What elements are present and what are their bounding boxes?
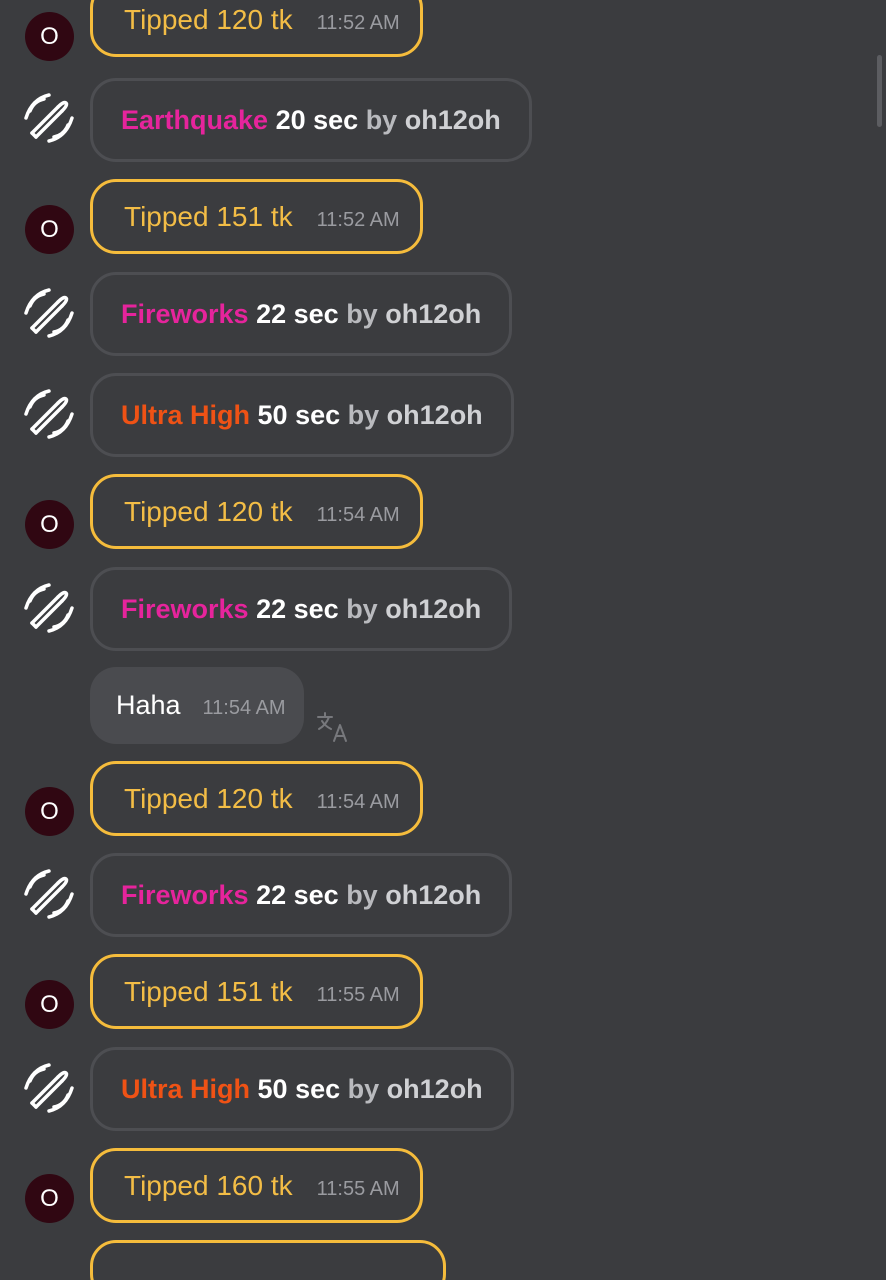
effect-message-bubble: Ultra High 50 sec by oh12oh <box>90 1047 514 1131</box>
avatar[interactable]: O <box>25 980 74 1029</box>
chat-log: O Tipped 120 tk 11:52 AM Earthquake 20 se… <box>0 0 886 1280</box>
by-label: by <box>347 1074 380 1104</box>
chat-row-effect: Ultra High 50 sec by oh12oh <box>0 373 860 457</box>
chat-row-tip: O Tipped 151 tk 11:52 AM <box>0 179 860 255</box>
tip-text: Tipped 160 tk <box>124 1170 293 1201</box>
text-message-bubble[interactable]: Haha 11:54 AM <box>90 667 304 744</box>
effect-name: Ultra High <box>121 400 251 430</box>
effect-message-bubble: Fireworks 22 sec by oh12oh <box>90 853 513 937</box>
by-label: by <box>347 400 380 430</box>
effect-duration: 22 sec <box>256 299 339 329</box>
message-time: 11:52 AM <box>316 209 400 231</box>
by-label: by <box>346 880 378 910</box>
effect-duration: 22 sec <box>256 594 339 624</box>
tip-message-bubble: Tipped 120 tk 11:54 AM <box>90 474 423 549</box>
chat-row-effect: Ultra High 50 sec by oh12oh <box>0 1047 860 1131</box>
message-time: 11:54 AM <box>316 504 400 526</box>
effect-name: Ultra High <box>121 1074 251 1104</box>
vibration-toy-icon <box>24 583 74 633</box>
tip-message-bubble <box>90 1240 446 1280</box>
effect-duration: 50 sec <box>257 400 341 430</box>
avatar[interactable]: O <box>25 12 74 61</box>
chat-row-effect: Fireworks 22 sec by oh12oh <box>0 853 860 937</box>
by-label: by <box>346 594 378 624</box>
effect-message-bubble: Earthquake 20 sec by oh12oh <box>90 78 532 162</box>
effect-message-bubble: Fireworks 22 sec by oh12oh <box>90 567 513 651</box>
username[interactable]: oh12oh <box>385 880 481 910</box>
message-time: 11:55 AM <box>316 1178 400 1200</box>
username[interactable]: oh12oh <box>387 1074 483 1104</box>
chat-row-effect: Earthquake 20 sec by oh12oh <box>0 78 860 162</box>
effect-name: Fireworks <box>121 880 249 910</box>
translate-icon[interactable] <box>316 711 350 743</box>
effect-duration: 20 sec <box>275 105 359 135</box>
vibration-toy-icon <box>24 93 74 143</box>
tip-text: Tipped 120 tk <box>124 496 293 527</box>
tip-text: Tipped 120 tk <box>124 4 293 35</box>
chat-row-tip-partial <box>0 1240 860 1280</box>
by-label: by <box>365 105 398 135</box>
by-label: by <box>346 299 378 329</box>
vibration-toy-icon <box>24 389 74 439</box>
avatar[interactable]: O <box>25 500 74 549</box>
tip-message-bubble: Tipped 120 tk 11:54 AM <box>90 761 423 836</box>
username[interactable]: oh12oh <box>405 105 501 135</box>
scrollbar[interactable] <box>877 55 882 127</box>
tip-message-bubble: Tipped 120 tk 11:52 AM <box>90 0 423 57</box>
tip-text: Tipped 151 tk <box>124 201 293 232</box>
effect-message-bubble: Fireworks 22 sec by oh12oh <box>90 272 513 356</box>
chat-row-tip: O Tipped 120 tk 11:52 AM <box>0 0 860 61</box>
chat-row-tip: O Tipped 120 tk 11:54 AM <box>0 474 860 550</box>
effect-duration: 22 sec <box>256 880 339 910</box>
effect-name: Fireworks <box>121 299 249 329</box>
chat-row-effect: Fireworks 22 sec by oh12oh <box>0 272 860 356</box>
effect-name: Earthquake <box>121 105 269 135</box>
tip-text: Tipped 120 tk <box>124 783 293 814</box>
message-time: 11:54 AM <box>316 791 400 813</box>
effect-name: Fireworks <box>121 594 249 624</box>
chat-row-tip: O Tipped 160 tk 11:55 AM <box>0 1148 860 1224</box>
avatar[interactable]: O <box>25 1174 74 1223</box>
avatar[interactable]: O <box>25 787 74 836</box>
message-text: Haha <box>116 690 181 720</box>
username[interactable]: oh12oh <box>385 299 481 329</box>
username[interactable]: oh12oh <box>385 594 481 624</box>
effect-duration: 50 sec <box>257 1074 341 1104</box>
effect-message-bubble: Ultra High 50 sec by oh12oh <box>90 373 514 457</box>
vibration-toy-icon <box>24 288 74 338</box>
vibration-toy-icon <box>24 1063 74 1113</box>
avatar[interactable]: O <box>25 205 74 254</box>
chat-row-tip: O Tipped 151 tk 11:55 AM <box>0 954 860 1030</box>
tip-message-bubble: Tipped 160 tk 11:55 AM <box>90 1148 423 1223</box>
message-time: 11:52 AM <box>316 12 400 34</box>
tip-message-bubble: Tipped 151 tk 11:52 AM <box>90 179 423 254</box>
chat-row-text: Haha 11:54 AM <box>0 667 860 744</box>
message-time: 11:55 AM <box>316 984 400 1006</box>
tip-message-bubble: Tipped 151 tk 11:55 AM <box>90 954 423 1029</box>
tip-text: Tipped 151 tk <box>124 976 293 1007</box>
vibration-toy-icon <box>24 869 74 919</box>
chat-row-tip: O Tipped 120 tk 11:54 AM <box>0 761 860 837</box>
username[interactable]: oh12oh <box>387 400 483 430</box>
chat-row-effect: Fireworks 22 sec by oh12oh <box>0 567 860 651</box>
message-time: 11:54 AM <box>202 697 286 719</box>
